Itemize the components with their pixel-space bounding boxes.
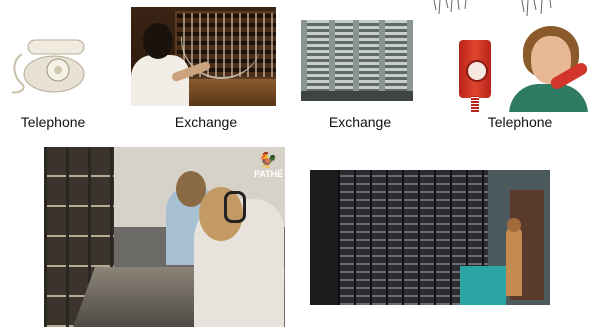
- teal-desk: [460, 266, 506, 305]
- equipment-rack: [385, 20, 407, 101]
- headset-icon: [224, 191, 246, 223]
- equipment-rack: [359, 20, 379, 101]
- hand-sketch-fragment: [433, 0, 552, 17]
- worker-head: [507, 218, 521, 232]
- coiled-cord: [471, 96, 479, 112]
- exchange-corridor-image: [310, 170, 550, 305]
- caption-telephone-left: Telephone: [20, 114, 86, 130]
- caption-telephone-right: Telephone: [487, 114, 553, 130]
- worker-figure: [506, 226, 522, 296]
- operator-head: [143, 23, 173, 59]
- rotary-dial-icon: [466, 60, 488, 82]
- rotary-telephone-image: [11, 39, 85, 94]
- operator-figure: [131, 55, 189, 106]
- pathe-watermark-text: PATHÉ: [254, 169, 284, 179]
- switchboard-operator-image: [131, 7, 276, 106]
- caption-exchange-2: Exchange: [328, 114, 392, 130]
- operators-room-image: 🐓 PATHÉ: [44, 147, 285, 327]
- woman-red-phone-image: [457, 26, 588, 112]
- exchange-racks-image: [301, 20, 413, 101]
- woman-green-top: [509, 84, 588, 112]
- caption-exchange-1: Exchange: [174, 114, 238, 130]
- equipment-rack: [335, 20, 353, 101]
- floor: [301, 91, 413, 101]
- equipment-rack: [307, 20, 329, 101]
- pathe-watermark: 🐓 PATHÉ: [254, 152, 284, 183]
- rooster-icon: 🐓: [258, 152, 278, 169]
